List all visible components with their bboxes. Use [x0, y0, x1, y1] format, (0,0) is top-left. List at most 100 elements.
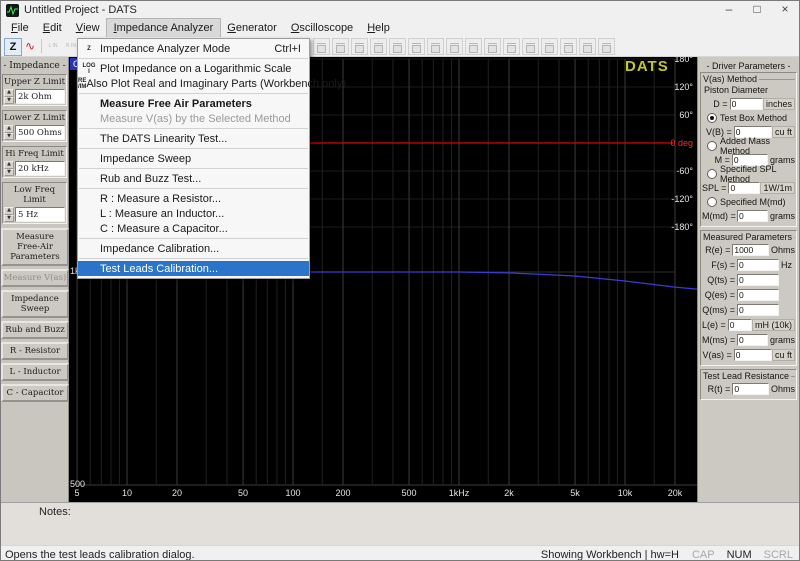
r-t-field[interactable]: 0 — [732, 383, 769, 395]
phase-tick-120: -120° — [671, 194, 693, 204]
menu-item-l-measure-an-inductor[interactable]: L : Measure an Inductor... — [78, 206, 309, 221]
d-field[interactable]: 0 — [730, 98, 763, 110]
lower-z-limit-group: Lower Z Limit▲▼500 Ohms — [2, 110, 67, 142]
hi-freq-limit-field[interactable]: 20 kHz — [15, 161, 65, 176]
spin-down-icon[interactable]: ▼ — [4, 169, 14, 177]
menu-item-impedance-analyzer-mode[interactable]: ZImpedance Analyzer ModeCtrl+I — [78, 41, 309, 56]
unit-label[interactable]: 1W/1m — [760, 182, 795, 194]
menubar-item-edit[interactable]: Edit — [36, 19, 69, 37]
v-as-field[interactable]: 0 — [734, 349, 772, 361]
menu-item-label: Measure Free Air Parameters — [100, 98, 309, 110]
menu-item-shortcut: Ctrl+I — [274, 43, 309, 55]
specified-m-md-radio[interactable] — [707, 197, 717, 207]
impedance-sweep-button[interactable]: Impedance Sweep — [1, 290, 69, 318]
impedance-mode-icon[interactable]: Z — [4, 38, 22, 56]
m-md-field[interactable]: 0 — [737, 210, 768, 222]
d-row: D =0inches — [702, 97, 795, 111]
specified-spl-method-radio[interactable] — [707, 169, 717, 179]
menu-item-measure-free-air-parameters[interactable]: Measure Free Air Parameters — [78, 96, 309, 111]
menubar-item-generator[interactable]: Generator — [220, 19, 284, 37]
menu-item-impedance-calibration[interactable]: Impedance Calibration... — [78, 241, 309, 256]
menu-item-label: Rub and Buzz Test... — [100, 173, 309, 185]
unit-label: grams — [768, 211, 795, 221]
menubar-item-help[interactable]: Help — [360, 19, 397, 37]
spin-up-icon[interactable]: ▲ — [4, 89, 14, 97]
menu-separator — [79, 168, 308, 169]
close-button[interactable]: × — [771, 1, 799, 19]
spin-up-icon[interactable]: ▲ — [4, 161, 14, 169]
disabled-measure-icon — [560, 38, 577, 55]
added-mass-method-option[interactable]: Added Mass Method — [702, 140, 795, 152]
minimize-button[interactable]: – — [715, 1, 743, 19]
added-mass-method-radio[interactable] — [707, 141, 717, 151]
disabled-measure-icon — [351, 38, 368, 55]
spin-up-icon[interactable]: ▲ — [4, 207, 14, 215]
spl-field[interactable]: 0 — [728, 182, 760, 194]
l-e-field[interactable]: 0 — [728, 319, 752, 331]
menubar-item-file[interactable]: File — [4, 19, 36, 37]
param-label: M(md) = — [702, 211, 737, 221]
param-label: Q(ms) = — [702, 305, 737, 315]
generator-wave-icon[interactable]: ∿ — [22, 38, 38, 54]
upper-z-limit-spinner[interactable]: ▲▼ — [4, 89, 14, 104]
menu-item-test-leads-calibration[interactable]: Test Leads Calibration... — [78, 261, 309, 276]
maximize-button[interactable]: □ — [743, 1, 771, 19]
spin-up-icon[interactable]: ▲ — [4, 125, 14, 133]
menu-separator — [79, 258, 308, 259]
disabled-measure-icon — [598, 38, 615, 55]
menu-item-c-measure-a-capacitor[interactable]: C : Measure a Capacitor... — [78, 221, 309, 236]
test-box-method-radio[interactable] — [707, 113, 717, 123]
notes-area[interactable]: Notes: — [1, 502, 799, 545]
rub-and-buzz-button[interactable]: Rub and Buzz — [1, 321, 69, 339]
menu-separator — [79, 238, 308, 239]
v-as-row: V(as) =0cu ft — [702, 348, 795, 362]
menu-item-label: The DATS Linearity Test... — [100, 133, 309, 145]
low-freq-limit-field[interactable]: 5 Hz — [15, 207, 65, 222]
f-s-field[interactable]: 0 — [737, 259, 779, 271]
unit-label[interactable]: cu ft — [772, 349, 795, 361]
r-e-field[interactable]: 1000 — [732, 244, 769, 256]
r-e-row: R(e) =1000Ohms — [702, 243, 795, 257]
menu-item-plot-impedance-on-a-logarithmic-scale[interactable]: LOG IPlot Impedance on a Logarithmic Sca… — [78, 61, 309, 76]
phase-tick-0-deg: 0 deg — [670, 138, 693, 148]
measure-free-air-parameters-button[interactable]: Measure Free-Air Parameters — [1, 228, 69, 266]
disabled-measure-icon — [389, 38, 406, 55]
m-ms-field[interactable]: 0 — [737, 334, 768, 346]
spin-down-icon[interactable]: ▼ — [4, 97, 14, 105]
unit-label[interactable]: inches — [763, 98, 795, 110]
menu-item-the-dats-linearity-test[interactable]: The DATS Linearity Test... — [78, 131, 309, 146]
menu-item-r-measure-a-resistor[interactable]: R : Measure a Resistor... — [78, 191, 309, 206]
specified-spl-method-option[interactable]: Specified SPL Method — [702, 168, 795, 180]
workbench-status: Showing Workbench | hw=H — [534, 549, 686, 561]
measured-parameters-group: Measured ParametersR(e) =1000OhmsF(s) =0… — [700, 230, 797, 366]
r-resistor-button[interactable]: R - Resistor — [1, 342, 69, 360]
menu-item-also-plot-real-and-imaginary-parts-workbench-only[interactable]: RE /IMAlso Plot Real and Imaginary Parts… — [78, 76, 309, 91]
q-ts-field[interactable]: 0 — [737, 274, 779, 286]
unit-label[interactable]: mH (10k) — [752, 319, 795, 331]
l-inductor-button[interactable]: L - Inductor — [1, 363, 69, 381]
menu-item-rub-and-buzz-test[interactable]: Rub and Buzz Test... — [78, 171, 309, 186]
window-title: Untitled Project - DATS — [24, 4, 137, 16]
upper-z-limit-field[interactable]: 2k Ohm — [15, 89, 65, 104]
app-icon — [6, 4, 19, 17]
x-tick-1khz: 1kHz — [446, 488, 472, 498]
spin-down-icon[interactable]: ▼ — [4, 133, 14, 141]
menubar-item-view[interactable]: View — [69, 19, 107, 37]
q-ms-field[interactable]: 0 — [737, 304, 779, 316]
lower-z-limit-field[interactable]: 500 Ohms — [15, 125, 65, 140]
c-capacitor-button[interactable]: C - Capacitor — [1, 384, 69, 402]
param-label: V(as) = — [702, 350, 734, 360]
menu-item-impedance-sweep[interactable]: Impedance Sweep — [78, 151, 309, 166]
radio-label: Added Mass Method — [720, 136, 795, 156]
test-box-method-option[interactable]: Test Box Method — [702, 112, 795, 124]
hi-freq-limit-spinner[interactable]: ▲▼ — [4, 161, 14, 176]
low-freq-limit-spinner[interactable]: ▲▼ — [4, 207, 14, 222]
spin-down-icon[interactable]: ▼ — [4, 215, 14, 223]
x-tick-500: 500 — [396, 488, 422, 498]
specified-m-md-option[interactable]: Specified M(md) — [702, 196, 795, 208]
menubar-item-impedance-analyzer[interactable]: Impedance Analyzer — [107, 19, 221, 37]
q-es-field[interactable]: 0 — [737, 289, 779, 301]
menubar-item-oscilloscope[interactable]: Oscilloscope — [284, 19, 360, 37]
unit-label: Ohms — [769, 384, 795, 394]
lower-z-limit-spinner[interactable]: ▲▼ — [4, 125, 14, 140]
